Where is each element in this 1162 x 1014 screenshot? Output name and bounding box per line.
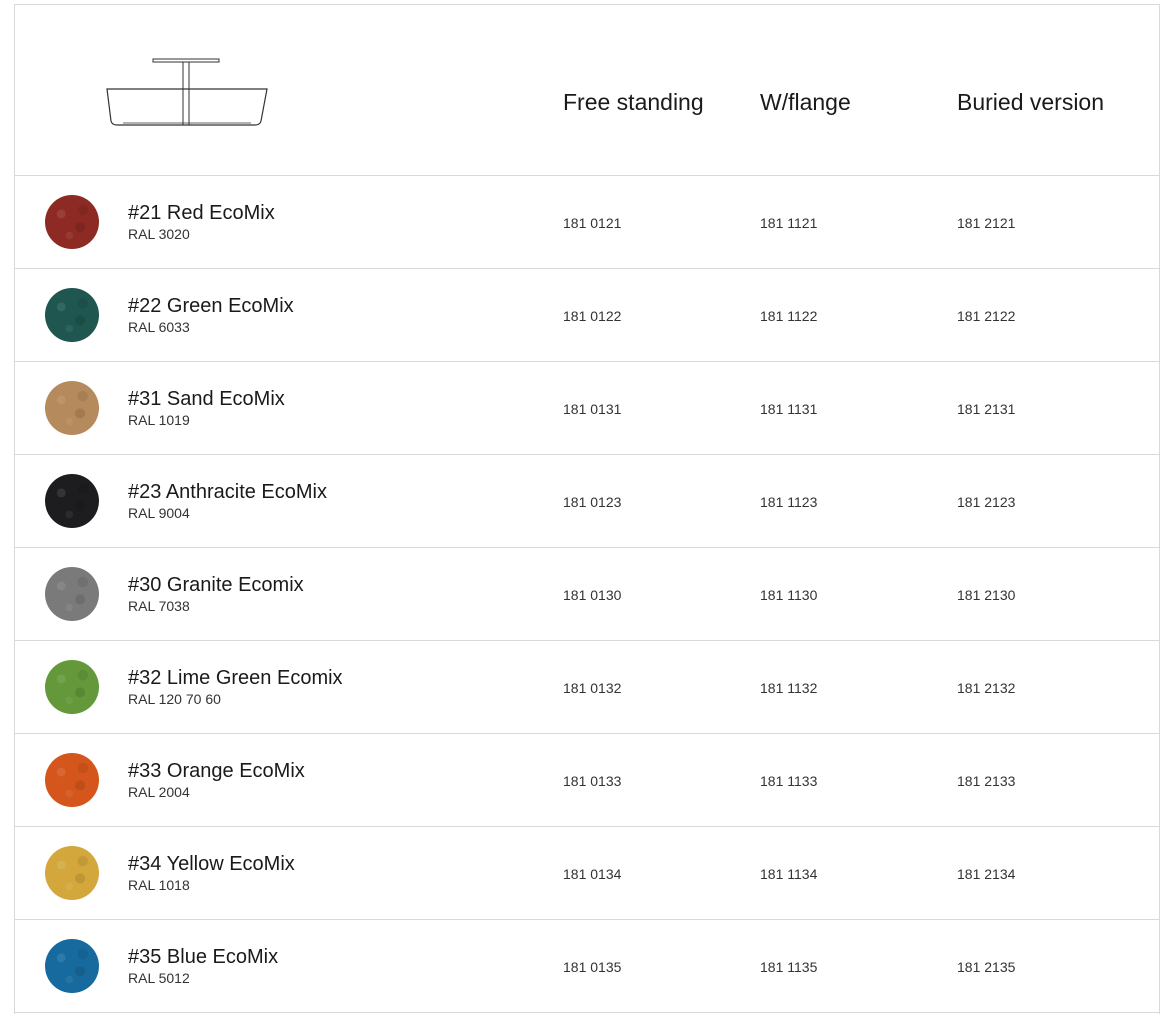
table-row: #35 Blue EcoMix RAL 5012 181 0135 181 11… [15, 920, 1159, 1013]
table-header: Free standing W/flange Buried version [15, 5, 1159, 176]
color-swatch [45, 846, 99, 900]
table-row: #22 Green EcoMix RAL 6033 181 0122 181 1… [15, 269, 1159, 362]
ral-code: RAL 1019 [128, 412, 190, 428]
ral-code: RAL 6033 [128, 319, 190, 335]
color-swatch [45, 474, 99, 528]
color-name: #35 Blue EcoMix [128, 946, 279, 968]
ral-code: RAL 1018 [128, 877, 190, 893]
code-buried-version: 181 2132 [957, 680, 1016, 696]
code-free-standing: 181 0134 [563, 866, 622, 882]
table-row: #31 Sand EcoMix RAL 1019 181 0131 181 11… [15, 362, 1159, 455]
ral-code: RAL 7038 [128, 598, 190, 614]
code-buried-version: 181 2130 [957, 587, 1016, 603]
code-free-standing: 181 0132 [563, 680, 622, 696]
color-name: #23 Anthracite EcoMix [128, 481, 327, 503]
code-free-standing: 181 0122 [563, 308, 622, 324]
table-row: #32 Lime Green Ecomix RAL 120 70 60 181 … [15, 641, 1159, 734]
color-swatch [45, 660, 99, 714]
table-body: #21 Red EcoMix RAL 3020 181 0121 181 112… [15, 176, 1159, 1013]
color-name: #21 Red EcoMix [128, 202, 275, 224]
code-w-flange: 181 1135 [760, 959, 818, 975]
product-drawing-icon [106, 58, 268, 126]
code-buried-version: 181 2131 [957, 401, 1016, 417]
code-buried-version: 181 2123 [957, 494, 1016, 510]
code-w-flange: 181 1122 [760, 308, 818, 324]
color-code-table: Free standing W/flange Buried version #2… [14, 4, 1160, 1014]
code-w-flange: 181 1134 [760, 866, 818, 882]
code-w-flange: 181 1132 [760, 680, 818, 696]
code-w-flange: 181 1133 [760, 773, 818, 789]
table-row: #21 Red EcoMix RAL 3020 181 0121 181 112… [15, 176, 1159, 269]
code-buried-version: 181 2135 [957, 959, 1016, 975]
code-free-standing: 181 0121 [563, 215, 622, 231]
column-header-buried-version: Buried version [957, 89, 1105, 115]
code-free-standing: 181 0123 [563, 494, 622, 510]
ral-code: RAL 120 70 60 [128, 691, 221, 707]
column-header-free-standing: Free standing [563, 89, 704, 115]
table-row: #33 Orange EcoMix RAL 2004 181 0133 181 … [15, 734, 1159, 827]
table-row: #30 Granite Ecomix RAL 7038 181 0130 181… [15, 548, 1159, 641]
color-swatch [45, 939, 99, 993]
color-swatch [45, 753, 99, 807]
column-header-w-flange: W/flange [760, 89, 851, 115]
color-swatch [45, 381, 99, 435]
code-free-standing: 181 0135 [563, 959, 622, 975]
color-swatch [45, 567, 99, 621]
color-name: #33 Orange EcoMix [128, 760, 305, 782]
code-buried-version: 181 2133 [957, 773, 1016, 789]
code-free-standing: 181 0130 [563, 587, 622, 603]
code-buried-version: 181 2121 [957, 215, 1016, 231]
color-swatch [45, 288, 99, 342]
code-w-flange: 181 1121 [760, 215, 818, 231]
color-name: #30 Granite Ecomix [128, 574, 304, 596]
code-free-standing: 181 0133 [563, 773, 622, 789]
code-w-flange: 181 1131 [760, 401, 818, 417]
color-name: #34 Yellow EcoMix [128, 853, 295, 875]
ral-code: RAL 3020 [128, 226, 190, 242]
color-name: #32 Lime Green Ecomix [128, 667, 343, 689]
table-row: #23 Anthracite EcoMix RAL 9004 181 0123 … [15, 455, 1159, 548]
color-name: #31 Sand EcoMix [128, 388, 285, 410]
color-name: #22 Green EcoMix [128, 295, 294, 317]
code-w-flange: 181 1130 [760, 587, 818, 603]
code-buried-version: 181 2134 [957, 866, 1016, 882]
ral-code: RAL 9004 [128, 505, 190, 521]
ral-code: RAL 5012 [128, 970, 190, 986]
code-free-standing: 181 0131 [563, 401, 622, 417]
code-buried-version: 181 2122 [957, 308, 1016, 324]
table-row: #34 Yellow EcoMix RAL 1018 181 0134 181 … [15, 827, 1159, 920]
ral-code: RAL 2004 [128, 784, 190, 800]
code-w-flange: 181 1123 [760, 494, 818, 510]
color-swatch [45, 195, 99, 249]
